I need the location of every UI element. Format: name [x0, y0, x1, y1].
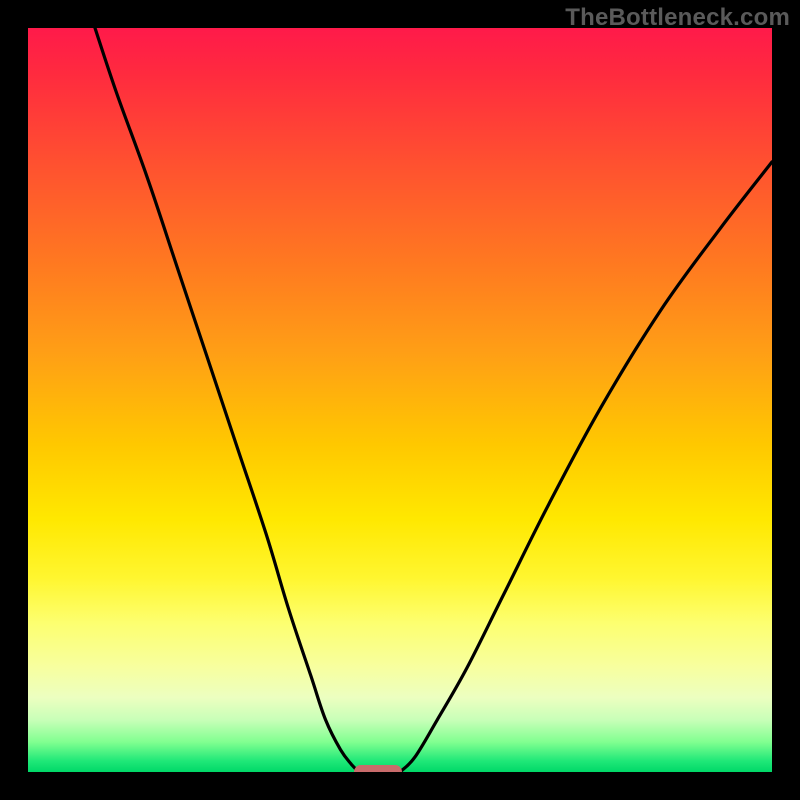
plot-area: [28, 28, 772, 772]
right-curve: [400, 162, 772, 772]
curves-layer: [28, 28, 772, 772]
chart-frame: TheBottleneck.com: [0, 0, 800, 800]
watermark-text: TheBottleneck.com: [565, 4, 790, 32]
left-curve: [95, 28, 359, 772]
bottleneck-marker: [354, 765, 402, 772]
